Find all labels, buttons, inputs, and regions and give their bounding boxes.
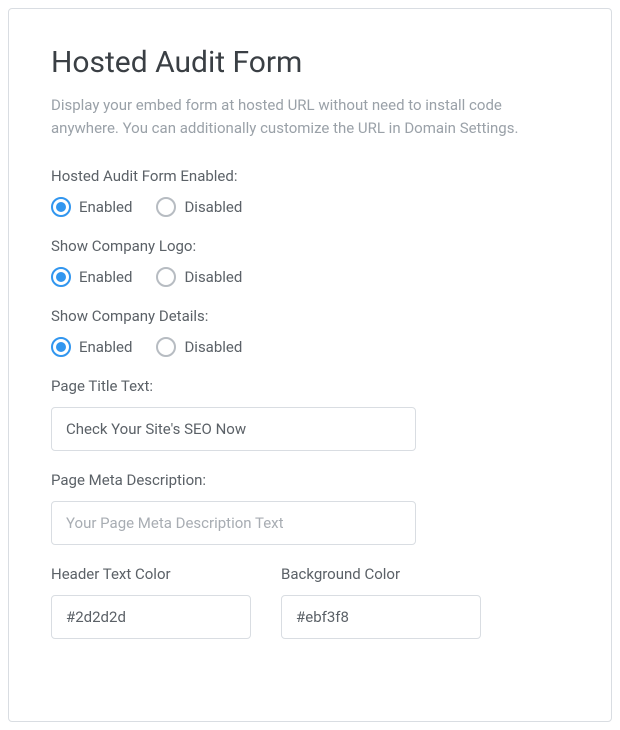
logo-field-group: Show Company Logo: Enabled Disabled <box>51 237 569 287</box>
logo-label: Show Company Logo: <box>51 237 569 255</box>
page-subtitle: Display your embed form at hosted URL wi… <box>51 94 569 139</box>
radio-label-disabled: Disabled <box>184 198 242 216</box>
page-title-label: Page Title Text: <box>51 377 569 395</box>
radio-label-enabled: Enabled <box>79 268 132 286</box>
bg-color-field-group: Background Color <box>281 565 481 639</box>
enabled-radio-disabled[interactable]: Disabled <box>156 197 242 217</box>
radio-label-enabled: Enabled <box>79 198 132 216</box>
details-radio-row: Enabled Disabled <box>51 337 569 357</box>
header-color-field-group: Header Text Color <box>51 565 251 639</box>
bg-color-input[interactable] <box>281 595 481 639</box>
meta-desc-input[interactable] <box>51 501 416 545</box>
page-title-input[interactable] <box>51 407 416 451</box>
enabled-field-group: Hosted Audit Form Enabled: Enabled Disab… <box>51 167 569 217</box>
header-color-input[interactable] <box>51 595 251 639</box>
meta-desc-field-group: Page Meta Description: <box>51 471 569 545</box>
details-radio-enabled[interactable]: Enabled <box>51 337 132 357</box>
logo-radio-enabled[interactable]: Enabled <box>51 267 132 287</box>
radio-icon <box>156 337 176 357</box>
page-title-field-group: Page Title Text: <box>51 377 569 451</box>
radio-icon <box>51 337 71 357</box>
radio-icon <box>51 197 71 217</box>
enabled-radio-row: Enabled Disabled <box>51 197 569 217</box>
header-color-label: Header Text Color <box>51 565 251 583</box>
radio-icon <box>156 197 176 217</box>
radio-icon <box>156 267 176 287</box>
enabled-radio-enabled[interactable]: Enabled <box>51 197 132 217</box>
details-radio-disabled[interactable]: Disabled <box>156 337 242 357</box>
hosted-audit-form-card: Hosted Audit Form Display your embed for… <box>8 8 612 722</box>
meta-desc-label: Page Meta Description: <box>51 471 569 489</box>
enabled-label: Hosted Audit Form Enabled: <box>51 167 569 185</box>
color-row: Header Text Color Background Color <box>51 565 569 639</box>
logo-radio-row: Enabled Disabled <box>51 267 569 287</box>
radio-icon <box>51 267 71 287</box>
logo-radio-disabled[interactable]: Disabled <box>156 267 242 287</box>
radio-label-disabled: Disabled <box>184 268 242 286</box>
bg-color-label: Background Color <box>281 565 481 583</box>
details-label: Show Company Details: <box>51 307 569 325</box>
page-title: Hosted Audit Form <box>51 45 569 80</box>
radio-label-enabled: Enabled <box>79 338 132 356</box>
radio-label-disabled: Disabled <box>184 338 242 356</box>
details-field-group: Show Company Details: Enabled Disabled <box>51 307 569 357</box>
